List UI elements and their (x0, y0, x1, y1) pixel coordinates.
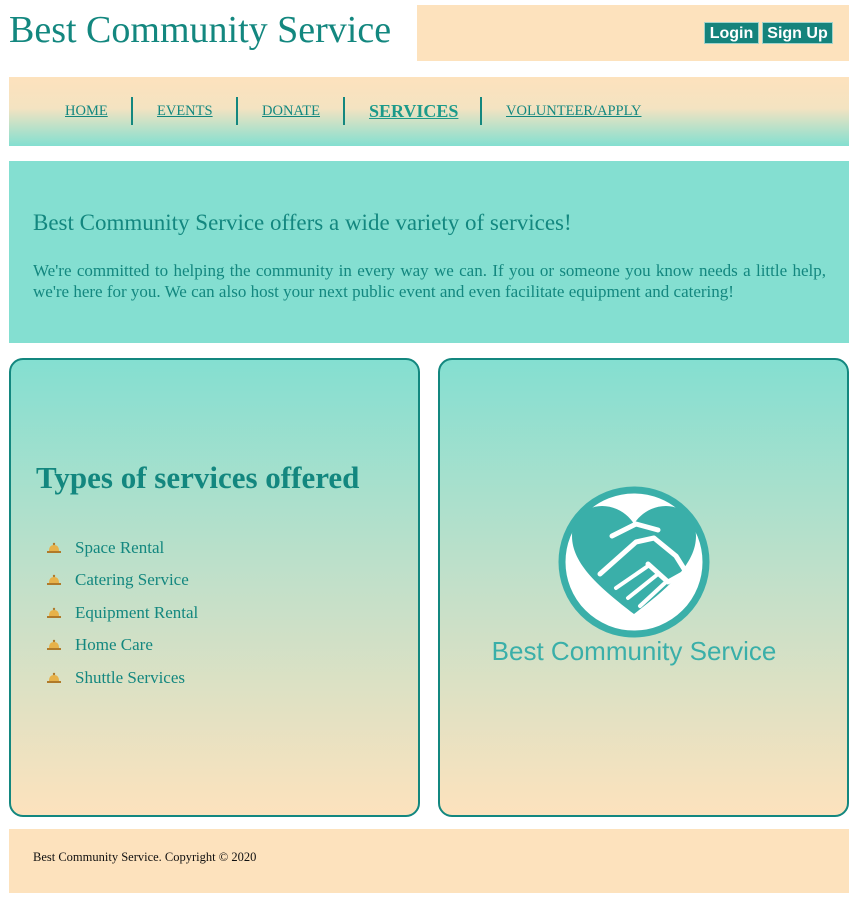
service-item-label: Space Rental (75, 538, 165, 557)
service-item-label: Catering Service (75, 570, 189, 590)
logo-panel: Best Community Service (438, 358, 849, 817)
service-item-label: Home Care (75, 635, 153, 655)
service-bell-icon (47, 607, 61, 618)
service-item: Space Rental (41, 536, 198, 568)
services-title: Types of services offered (36, 460, 360, 495)
nav-divider (131, 97, 133, 125)
logo-text: Best Community Service (492, 636, 777, 666)
service-item-label: Equipment Rental (75, 602, 199, 622)
service-bell-icon (47, 542, 61, 553)
intro-section: Best Community Service offers a wide var… (9, 161, 849, 343)
nav-divider (236, 97, 238, 125)
nav-volunteer-link[interactable]: VOLUNTEER/APPLY (506, 77, 642, 146)
footer-copyright: Best Community Service. Copyright © 2020 (33, 850, 257, 864)
service-item: Catering Service (41, 568, 198, 600)
service-item: Equipment Rental (41, 601, 198, 633)
service-item-label: Shuttle Services (75, 667, 186, 687)
service-bell-icon (47, 672, 61, 683)
nav-events-link[interactable]: EVENTS (157, 77, 213, 146)
site-title: Best Community Service (9, 9, 392, 51)
handshake-heart-logo: Best Community Service (492, 486, 777, 666)
login-button[interactable]: Login (704, 22, 759, 44)
service-bell-icon (47, 639, 61, 651)
intro-heading: Best Community Service offers a wide var… (33, 210, 572, 235)
intro-text: We're committed to helping the community… (33, 261, 826, 301)
signup-button[interactable]: Sign Up (762, 22, 833, 44)
footer: Best Community Service. Copyright © 2020 (9, 829, 849, 893)
service-bell-icon (47, 575, 61, 586)
service-item: Shuttle Services (41, 666, 198, 698)
nav-services-link[interactable]: SERVICES (369, 77, 458, 146)
service-item: Home Care (41, 633, 198, 665)
services-list: Space Rental Catering Service Equipment … (41, 536, 198, 698)
nav-divider (480, 97, 482, 125)
auth-bar: Login Sign Up (417, 5, 849, 61)
main-nav: HOME EVENTS DONATE SERVICES VOLUNTEER/AP… (9, 77, 849, 146)
nav-donate-link[interactable]: DONATE (262, 77, 320, 146)
nav-divider (343, 97, 345, 125)
nav-home-link[interactable]: HOME (65, 77, 108, 146)
services-panel: Types of services offered Space Rental C… (9, 358, 420, 817)
